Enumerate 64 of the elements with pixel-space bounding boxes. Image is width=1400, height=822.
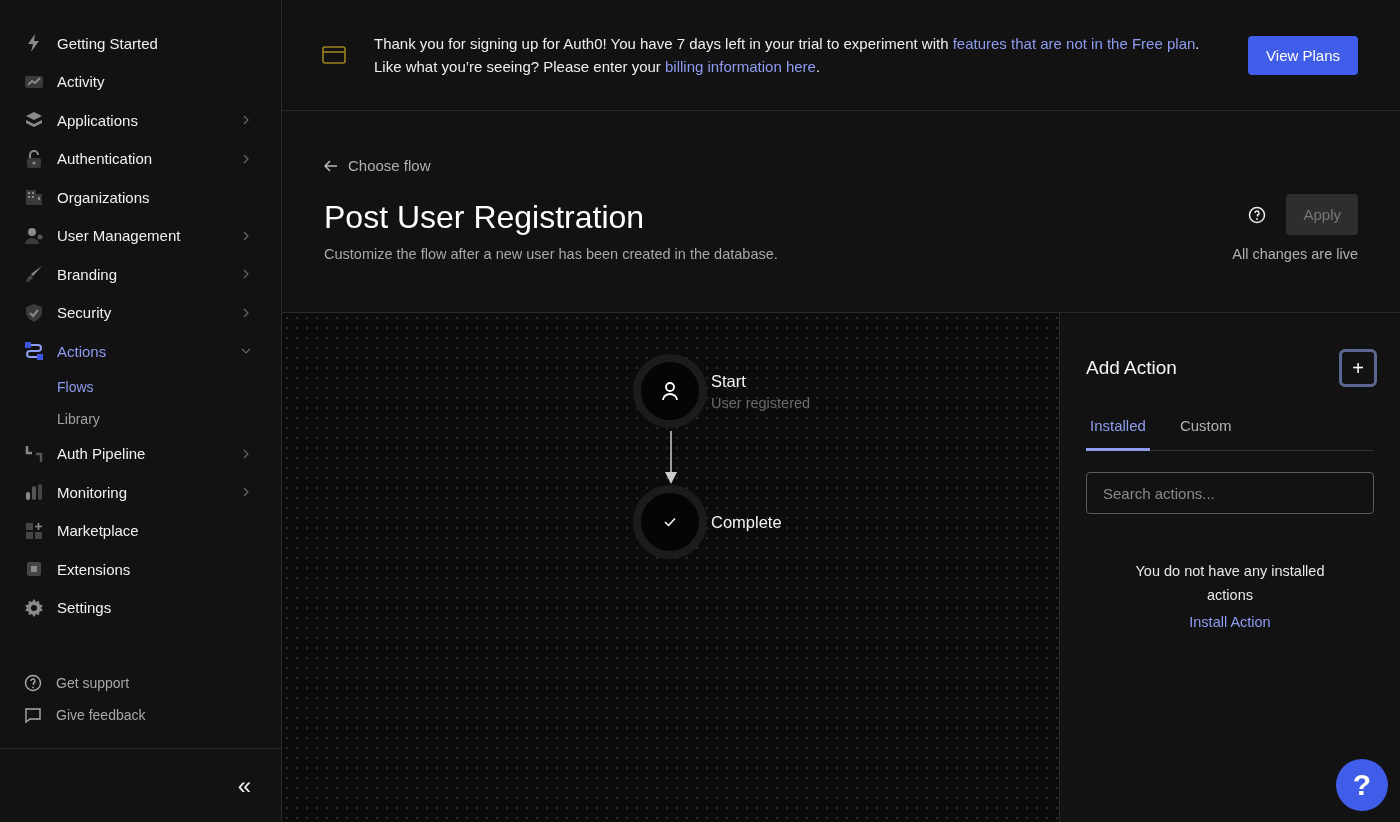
sidebar-item[interactable]: Marketplace xyxy=(24,511,257,550)
sidebar-item[interactable]: Getting Started xyxy=(24,24,257,63)
settings-icon xyxy=(24,597,44,618)
flow-node[interactable] xyxy=(633,354,707,428)
footer-link[interactable]: Give feedback xyxy=(56,707,146,723)
empty-message: You do not have any installed actions xyxy=(1134,562,1326,605)
pipeline-icon xyxy=(24,443,44,464)
chevron-icon xyxy=(241,115,251,126)
chevron-icon xyxy=(241,230,251,241)
tab[interactable]: Custom xyxy=(1175,409,1236,451)
bar-chart-icon xyxy=(24,482,44,503)
sidebar-item[interactable]: Activity xyxy=(24,62,257,101)
padlock-icon xyxy=(24,148,44,169)
chevron-icon xyxy=(241,307,251,318)
flow-node[interactable] xyxy=(633,485,707,559)
help-icon xyxy=(24,674,42,692)
page-title: Post User Registration xyxy=(324,198,646,236)
view-plans-button[interactable]: View Plans xyxy=(1248,35,1358,75)
status-text: All changes are live xyxy=(1232,246,1358,262)
help-icon[interactable] xyxy=(1248,205,1267,224)
collapse-button[interactable]: « xyxy=(233,771,255,800)
credit-card-icon xyxy=(322,46,346,64)
search-field[interactable]: Search actions... xyxy=(1086,472,1374,514)
chevron-icon xyxy=(241,487,251,498)
check-icon xyxy=(664,517,676,527)
node-title: Complete xyxy=(711,513,782,532)
add-button[interactable]: + xyxy=(1339,349,1377,387)
sidebar-item[interactable]: Extensions xyxy=(24,550,257,589)
grid-plus-icon xyxy=(24,520,44,541)
chevron-icon xyxy=(241,448,251,459)
sidebar-item[interactable]: User Management xyxy=(24,216,257,255)
chevron-icon xyxy=(241,153,251,164)
chevron-icon xyxy=(241,269,251,280)
sidebar-item[interactable]: Monitoring xyxy=(24,473,257,512)
sidebar-item[interactable]: Authentication xyxy=(24,139,257,178)
back-arrow-icon xyxy=(324,159,338,172)
node-subtitle: User registered xyxy=(711,395,811,411)
shield-icon xyxy=(24,302,44,323)
install-action-link[interactable]: Install Action xyxy=(1189,614,1271,630)
sidebar-subitem[interactable]: Library xyxy=(24,402,257,435)
node-title: Start xyxy=(711,372,746,391)
back-link[interactable]: Choose flow xyxy=(324,157,431,174)
tab[interactable]: Installed xyxy=(1086,409,1150,451)
flow-icon xyxy=(24,341,44,362)
sidebar-item[interactable]: Actions xyxy=(24,332,257,371)
page-description: Customize the flow after a new user has been created in the database. xyxy=(324,245,779,262)
brush-icon xyxy=(24,264,44,285)
panel-title: Add Action xyxy=(1086,357,1177,379)
help-button[interactable]: ? xyxy=(1336,759,1388,811)
sidebar-item[interactable]: Settings xyxy=(24,588,257,627)
banner-link[interactable]: billing information here xyxy=(665,58,816,75)
chat-bubble-icon xyxy=(24,706,42,724)
sidebar-item[interactable]: Organizations xyxy=(24,178,257,217)
trial-message: Thank you for signing up for Auth0! You have 7 days left in your trial to experiment with features that are not in the Free plan. Like what you’re seeing? Please enter your billing information here. xyxy=(374,34,1201,77)
sidebar-item[interactable]: Auth Pipeline xyxy=(24,434,257,473)
sidebar-item[interactable]: Branding xyxy=(24,255,257,294)
user-icon xyxy=(661,381,679,401)
sidebar-subitem[interactable]: Flows xyxy=(24,370,257,403)
connector-arrow xyxy=(665,431,677,484)
building-icon xyxy=(24,187,44,208)
sidebar-item[interactable]: Security xyxy=(24,293,257,332)
user-gear-icon xyxy=(24,225,44,246)
sidebar-item[interactable]: Applications xyxy=(24,101,257,140)
footer-link[interactable]: Get support xyxy=(56,675,130,691)
